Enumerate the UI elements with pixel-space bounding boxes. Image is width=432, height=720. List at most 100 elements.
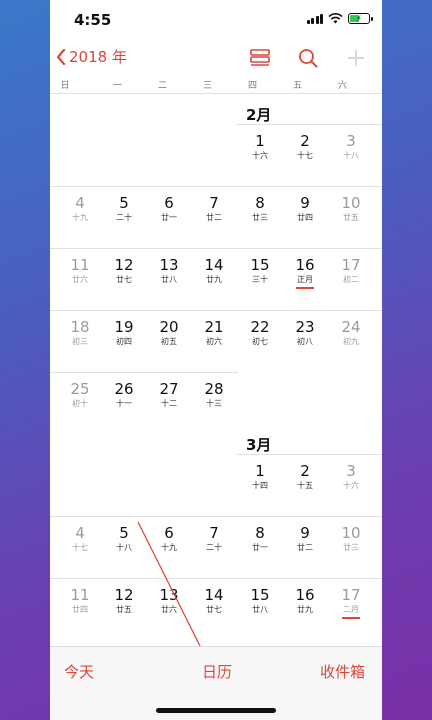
calendar-day[interactable]: 3 十六 xyxy=(331,462,371,492)
calendar-day[interactable]: 8 廿一 xyxy=(240,524,280,554)
day-number: 6 xyxy=(164,194,174,212)
weekday-sun: 日 xyxy=(60,81,70,91)
week-separator xyxy=(50,186,382,187)
calendar-day[interactable]: 6 十九 xyxy=(149,524,189,554)
calendar-day[interactable]: 10 廿五 xyxy=(331,194,371,224)
calendar-day[interactable]: 20 初五 xyxy=(149,318,189,348)
lunar-date: 二十 xyxy=(206,543,222,552)
calendar-day[interactable]: 18 初三 xyxy=(60,318,100,348)
calendar-day[interactable]: 6 廿一 xyxy=(149,194,189,224)
search-icon xyxy=(299,49,318,68)
chevron-left-icon xyxy=(56,48,66,65)
calendar-day[interactable]: 12 廿五 xyxy=(104,586,144,616)
calendar-day[interactable]: 17 初二 xyxy=(331,256,371,286)
calendar-day[interactable]: 9 廿二 xyxy=(285,524,325,554)
lunar-date: 二月 xyxy=(343,605,359,614)
calendar-day[interactable]: 13 廿八 xyxy=(149,256,189,286)
calendar-day[interactable]: 17 二月 xyxy=(331,586,371,619)
calendar-day[interactable]: 21 初六 xyxy=(194,318,234,348)
tab-calendars[interactable]: 日历 xyxy=(202,661,232,682)
weekday-tue: 二 xyxy=(157,81,167,91)
day-number: 18 xyxy=(70,318,90,336)
calendar-day[interactable]: 1 十四 xyxy=(240,462,280,492)
calendar-day[interactable]: 24 初九 xyxy=(331,318,371,348)
calendar-day[interactable]: 27 十二 xyxy=(149,380,189,410)
status-bar: 4:55 ⚡ xyxy=(50,0,382,40)
day-number: 19 xyxy=(114,318,134,336)
calendar-day[interactable]: 11 廿六 xyxy=(60,256,100,286)
calendar-day[interactable]: 5 二十 xyxy=(104,194,144,224)
day-number: 3 xyxy=(346,132,356,150)
calendar-scroll-view[interactable]: 2月 1 十六 2 十七 3 十八 4 十九 5 二十 6 廿一 7 廿二 8 廿三 9 廿四 10 廿五 11 廿六 12 廿… xyxy=(50,94,382,646)
day-number: 2 xyxy=(300,132,310,150)
calendar-day[interactable]: 13 廿六 xyxy=(149,586,189,616)
add-event-button[interactable] xyxy=(344,46,368,70)
lunar-date: 廿一 xyxy=(161,213,177,222)
lunar-date: 十九 xyxy=(72,213,88,222)
calendar-day[interactable]: 19 初四 xyxy=(104,318,144,348)
calendar-day[interactable]: 15 廿八 xyxy=(240,586,280,616)
lunar-date: 廿三 xyxy=(343,543,359,552)
calendar-day[interactable]: 12 廿七 xyxy=(104,256,144,286)
month-title: 2月 xyxy=(246,106,272,124)
day-number: 7 xyxy=(209,524,219,542)
phone-screen: 4:55 ⚡ 2018 年 日 一 二 三 四 五 六 2月 1 十六 2 十七… xyxy=(50,0,382,720)
calendar-day[interactable]: 4 十七 xyxy=(60,524,100,554)
calendar-day[interactable]: 9 廿四 xyxy=(285,194,325,224)
calendar-day[interactable]: 7 二十 xyxy=(194,524,234,554)
calendar-day[interactable]: 15 三十 xyxy=(240,256,280,286)
calendar-day[interactable]: 4 十九 xyxy=(60,194,100,224)
calendar-day[interactable]: 16 正月 xyxy=(285,256,325,289)
weekday-thu: 四 xyxy=(247,81,257,91)
wifi-icon xyxy=(328,13,343,24)
calendar-day[interactable]: 23 初八 xyxy=(285,318,325,348)
lunar-date: 初十 xyxy=(72,399,88,408)
day-number: 16 xyxy=(295,586,315,604)
day-number: 26 xyxy=(114,380,134,398)
tab-inbox[interactable]: 收件箱 xyxy=(320,661,365,682)
back-to-year-button[interactable]: 2018 年 xyxy=(56,46,127,67)
calendar-day[interactable]: 8 廿三 xyxy=(240,194,280,224)
lunar-date: 十七 xyxy=(297,151,313,160)
search-button[interactable] xyxy=(296,46,320,70)
day-number: 8 xyxy=(255,194,265,212)
calendar-day[interactable]: 7 廿二 xyxy=(194,194,234,224)
lunar-date: 十六 xyxy=(252,151,268,160)
lunar-date: 廿五 xyxy=(343,213,359,222)
lunar-date: 十二 xyxy=(161,399,177,408)
lunar-date: 廿一 xyxy=(252,543,268,552)
day-number: 15 xyxy=(250,256,270,274)
day-number: 5 xyxy=(119,194,129,212)
lunar-date: 十八 xyxy=(116,543,132,552)
day-number: 1 xyxy=(255,462,265,480)
list-view-button[interactable] xyxy=(248,46,272,70)
calendar-day[interactable]: 10 廿三 xyxy=(331,524,371,554)
weekday-header: 日 一 二 三 四 五 六 xyxy=(50,78,382,94)
calendar-day[interactable]: 1 十六 xyxy=(240,132,280,162)
calendar-day[interactable]: 2 十五 xyxy=(285,462,325,492)
week-separator xyxy=(50,372,238,373)
calendar-day[interactable]: 5 十八 xyxy=(104,524,144,554)
week-separator xyxy=(50,248,382,249)
day-number: 12 xyxy=(114,586,134,604)
tab-today[interactable]: 今天 xyxy=(64,661,94,682)
lunar-date: 初三 xyxy=(72,337,88,346)
plus-icon xyxy=(348,50,364,66)
calendar-day[interactable]: 25 初十 xyxy=(60,380,100,410)
day-number: 12 xyxy=(114,256,134,274)
lunar-date: 十一 xyxy=(116,399,132,408)
calendar-day[interactable]: 22 初七 xyxy=(240,318,280,348)
calendar-day[interactable]: 28 十三 xyxy=(194,380,234,410)
lunar-date: 三十 xyxy=(252,275,268,284)
calendar-day[interactable]: 2 十七 xyxy=(285,132,325,162)
calendar-day[interactable]: 16 廿九 xyxy=(285,586,325,616)
week-separator xyxy=(50,310,382,311)
calendar-day[interactable]: 3 十八 xyxy=(331,132,371,162)
day-number: 14 xyxy=(204,586,224,604)
nav-actions xyxy=(248,46,368,70)
calendar-day[interactable]: 26 十一 xyxy=(104,380,144,410)
calendar-day[interactable]: 14 廿九 xyxy=(194,256,234,286)
calendar-day[interactable]: 11 廿四 xyxy=(60,586,100,616)
lunar-date: 廿八 xyxy=(161,275,177,284)
calendar-day[interactable]: 14 廿七 xyxy=(194,586,234,616)
